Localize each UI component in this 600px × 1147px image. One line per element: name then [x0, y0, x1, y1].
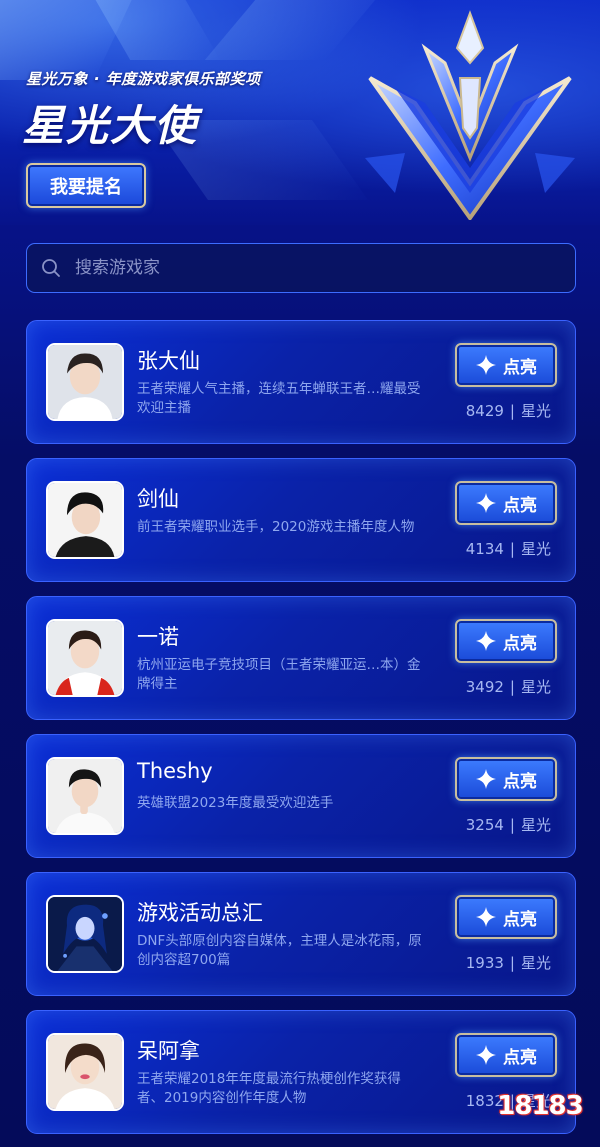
nominee-card: 游戏活动总汇 DNF头部原创内容自媒体，主理人是冰花雨，原创内容超700篇 点亮… — [26, 872, 576, 996]
nominee-name: 张大仙 — [137, 349, 200, 373]
nominee-card: 一诺 杭州亚运电子竞技项目（王者荣耀亚运…本）金牌得主 点亮 3492 | 星光 — [26, 596, 576, 720]
light-up-button[interactable]: 点亮 — [455, 1033, 557, 1077]
crystal-decoration — [204, 0, 376, 60]
nominee-card: 剑仙 前王者荣耀职业选手，2020游戏主播年度人物 点亮 4134 | 星光 — [26, 458, 576, 582]
nominee-name: 呆阿拿 — [137, 1039, 200, 1063]
starlight-value: 3492 — [465, 678, 504, 696]
nominee-card: 张大仙 王者荣耀人气主播，连续五年蝉联王者…耀最受欢迎主播 点亮 8429 | 星光 — [26, 320, 576, 444]
avatar — [46, 895, 124, 973]
starlight-unit: 星光 — [520, 678, 551, 696]
page-title: 星光大使 — [22, 101, 199, 150]
site-watermark-logo: 18183 — [490, 1080, 590, 1132]
nominee-description: DNF头部原创内容自媒体，主理人是冰花雨，原创内容超700篇 — [137, 933, 422, 968]
light-up-button[interactable]: 点亮 — [455, 757, 557, 801]
search-input[interactable] — [75, 258, 575, 278]
starlight-unit: 星光 — [520, 954, 551, 972]
hero-subtitle: 星光万象 · 年度游戏家俱乐部奖项 — [26, 70, 261, 88]
light-up-label: 点亮 — [503, 909, 537, 930]
light-up-button[interactable]: 点亮 — [455, 619, 557, 663]
nominee-card: Theshy 英雄联盟2023年度最受欢迎选手 点亮 3254 | 星光 — [26, 734, 576, 858]
light-up-label: 点亮 — [503, 1047, 537, 1068]
avatar — [46, 481, 124, 559]
light-up-label: 点亮 — [503, 357, 537, 378]
starlight-value: 1933 — [465, 954, 504, 972]
four-point-star-icon — [476, 493, 496, 513]
starlight-value: 8429 — [465, 402, 504, 420]
nominee-description: 英雄联盟2023年度最受欢迎选手 — [137, 795, 334, 811]
separator: | — [509, 540, 515, 558]
search-icon — [42, 259, 60, 277]
nominee-description: 王者荣耀人气主播，连续五年蝉联王者…耀最受欢迎主播 — [137, 381, 421, 416]
starlight-value: 4134 — [465, 540, 504, 558]
separator: | — [509, 402, 515, 420]
nominee-description: 前王者荣耀职业选手，2020游戏主播年度人物 — [137, 519, 415, 535]
light-up-label: 点亮 — [503, 495, 537, 516]
starlight-count: 8429 | 星光 — [466, 400, 551, 421]
nominate-button[interactable]: 我要提名 — [26, 163, 146, 208]
four-point-star-icon — [476, 907, 496, 927]
nominee-description: 杭州亚运电子竞技项目（王者荣耀亚运…本）金牌得主 — [137, 657, 421, 692]
nominee-name: 一诺 — [137, 625, 179, 649]
avatar — [46, 619, 124, 697]
avatar — [46, 757, 124, 835]
hero-banner: 星光万象 · 年度游戏家俱乐部奖项 星光大使 我要提名 — [0, 0, 600, 225]
avatar — [46, 1033, 124, 1111]
light-up-button[interactable]: 点亮 — [455, 895, 557, 939]
search-bar[interactable] — [26, 243, 576, 293]
separator: | — [509, 678, 515, 696]
starlight-unit: 星光 — [520, 540, 551, 558]
starlight-value: 3254 — [465, 816, 504, 834]
separator: | — [509, 816, 515, 834]
starlight-unit: 星光 — [520, 816, 551, 834]
light-up-button[interactable]: 点亮 — [455, 343, 557, 387]
light-up-label: 点亮 — [503, 771, 537, 792]
four-point-star-icon — [476, 355, 496, 375]
starlight-unit: 星光 — [520, 402, 551, 420]
nominee-name: 游戏活动总汇 — [137, 901, 263, 925]
light-up-label: 点亮 — [503, 633, 537, 654]
nominee-name: 剑仙 — [137, 487, 179, 511]
four-point-star-icon — [476, 1045, 496, 1065]
four-point-star-icon — [476, 631, 496, 651]
avatar — [46, 343, 124, 421]
light-up-button[interactable]: 点亮 — [455, 481, 557, 525]
four-point-star-icon — [476, 769, 496, 789]
starlight-count: 3254 | 星光 — [466, 814, 551, 835]
watermark-text: 18183 — [497, 1091, 583, 1121]
starlight-count: 4134 | 星光 — [466, 538, 551, 559]
nominee-description: 王者荣耀2018年年度最流行热梗创作奖获得者、2019内容创作年度人物 — [137, 1071, 401, 1106]
trophy-badge-icon — [365, 10, 575, 220]
nominee-name: Theshy — [137, 759, 213, 783]
starlight-count: 3492 | 星光 — [466, 676, 551, 697]
starlight-count: 1933 | 星光 — [466, 952, 551, 973]
separator: | — [509, 954, 515, 972]
